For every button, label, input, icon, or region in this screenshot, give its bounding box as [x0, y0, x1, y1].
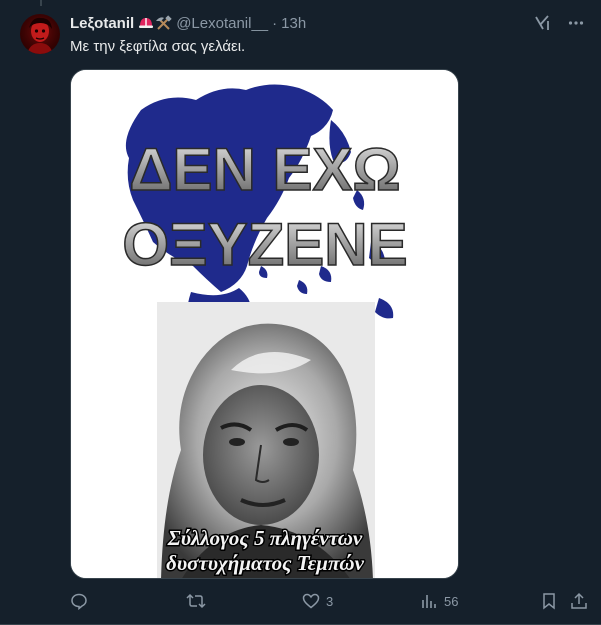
helmet-icon — [139, 18, 154, 28]
tweet-media-image[interactable]: ΔΕΝ ΕΧΩ ΟΞΥΖΕΝΕ Σύλλογος 5 πληγέντων δυσ… — [70, 69, 459, 579]
thread-connector-line — [40, 0, 42, 6]
headline-line1: ΔΕΝ ΕΧΩ — [129, 136, 400, 203]
author-handle[interactable]: @Lexotanil__ — [176, 15, 268, 32]
retweet-button[interactable] — [186, 592, 302, 610]
views-button[interactable]: 56 — [420, 592, 540, 610]
tweet-top-actions — [533, 14, 585, 32]
heart-icon — [302, 593, 320, 609]
caption-line1: Σύλλογος 5 πληγέντων — [167, 526, 363, 550]
caption-line2: δυστυχήματος Τεμπών — [166, 551, 365, 575]
author-name[interactable]: Leξotanil — [70, 15, 134, 32]
bookmark-icon — [543, 593, 555, 610]
share-icon — [571, 592, 587, 609]
more-options-icon[interactable] — [567, 14, 585, 32]
bookmark-button[interactable] — [540, 592, 570, 610]
avatar-portrait-icon — [27, 17, 53, 54]
reply-button[interactable] — [70, 592, 186, 610]
like-button[interactable]: 3 — [302, 592, 420, 610]
retweet-icon — [186, 593, 206, 609]
tweet-action-bar: 3 56 — [70, 590, 589, 612]
like-count: 3 — [326, 593, 334, 609]
tweet-text: Με την ξεφτίλα σας γελάει. — [70, 38, 246, 55]
meme-graphic: ΔΕΝ ΕΧΩ ΟΞΥΖΕΝΕ Σύλλογος 5 πληγέντων δυσ… — [71, 70, 458, 578]
hammer-pick-icon — [156, 15, 172, 30]
name-emojis — [138, 15, 172, 31]
tweet-time[interactable]: 13h — [281, 15, 306, 32]
views-count: 56 — [444, 593, 459, 609]
reply-icon — [71, 593, 87, 610]
avatar[interactable] — [20, 14, 60, 54]
analytics-icon — [422, 595, 436, 608]
grok-icon[interactable] — [533, 14, 551, 32]
share-button[interactable] — [570, 592, 589, 610]
headline-line2: ΟΞΥΖΕΝΕ — [122, 211, 407, 278]
tweet-header: Leξotanil @Lexotanil__ · 13h — [70, 13, 306, 33]
header-separator: · — [272, 14, 278, 32]
